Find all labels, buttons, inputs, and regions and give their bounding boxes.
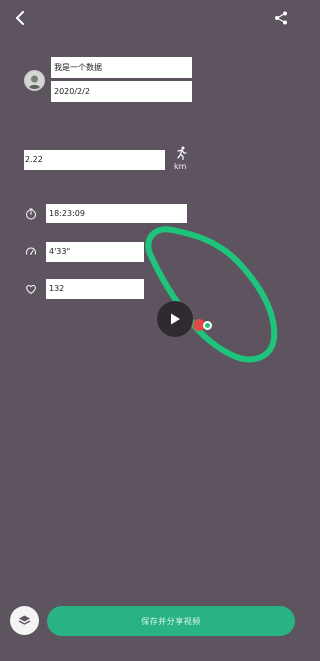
chevron-left-icon [16,11,24,25]
end-marker [203,321,212,330]
avatar-image [26,72,43,89]
distance-unit: km [174,162,187,171]
back-button[interactable] [9,6,33,30]
save-button-label: 保存并分享视频 [141,616,201,626]
layers-icon [18,615,31,625]
distance-field[interactable]: 2.22 [24,150,165,170]
share-button[interactable] [269,6,293,30]
play-icon [171,313,180,325]
play-button[interactable] [157,301,193,337]
username-field[interactable]: 我是一个数据 [51,57,192,78]
stopwatch-icon [24,207,38,221]
route-map [140,210,300,380]
date-field[interactable]: 2020/2/2 [51,81,192,102]
save-and-share-video-button[interactable]: 保存并分享视频 [47,606,295,636]
route-path [145,226,278,363]
running-person-icon [174,146,188,160]
heart-rate-icon [24,282,38,296]
share-icon [275,11,287,25]
layers-button[interactable] [10,606,39,635]
avatar[interactable] [24,70,45,91]
pace-field[interactable]: 4'33" [46,242,144,262]
speedometer-icon [24,245,38,259]
heart-rate-field[interactable]: 132 [46,279,144,299]
